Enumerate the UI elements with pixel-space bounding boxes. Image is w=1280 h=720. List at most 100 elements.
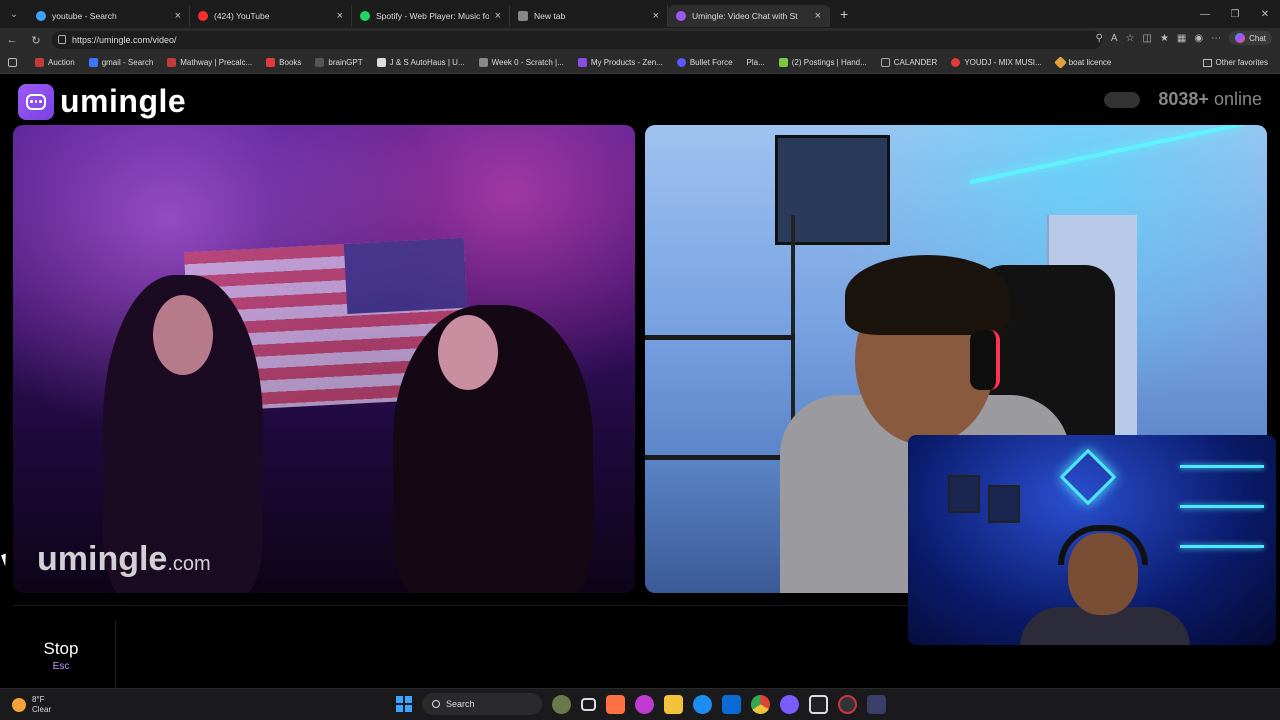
spotify-favicon — [360, 10, 370, 21]
bookmarks-menu-icon[interactable] — [8, 58, 21, 67]
read-aloud-icon[interactable]: A — [1111, 33, 1118, 44]
close-tab-icon[interactable]: × — [495, 10, 501, 22]
tab-spotify[interactable]: Spotify - Web Player: Music for ev × — [352, 4, 510, 27]
tab-umingle[interactable]: Umingle: Video Chat with St × — [668, 4, 830, 27]
lock-icon — [58, 35, 66, 44]
bookmark-books[interactable]: Books — [266, 58, 301, 67]
bookmark-pla[interactable]: Pla... — [747, 58, 765, 67]
headset — [970, 330, 1000, 390]
close-tab-icon[interactable]: × — [653, 10, 659, 22]
bookmark-auction[interactable]: Auction — [35, 58, 75, 67]
address-bar-row: ← ↻ https://umingle.com/video/ ⚲ A ☆ ◫ ★… — [0, 28, 1280, 52]
record-app-icon[interactable] — [838, 694, 857, 714]
folder-icon — [1202, 58, 1212, 67]
bookmark-favicon — [577, 58, 587, 67]
widget-app-icon[interactable] — [552, 694, 571, 714]
close-tab-icon[interactable]: × — [337, 10, 343, 22]
start-icon[interactable] — [396, 696, 412, 712]
bookmark-braingpt[interactable]: brainGPT — [315, 58, 363, 67]
copilot-icon — [1235, 33, 1246, 43]
capcut-icon[interactable] — [809, 694, 828, 714]
minimize-icon[interactable]: — — [1190, 0, 1220, 28]
tab-actions-icon[interactable]: ⌄ — [0, 0, 28, 28]
calendar-app-icon[interactable] — [606, 694, 625, 714]
weather-widget[interactable]: 8°F Clear — [12, 695, 51, 715]
taskbar-apps: Search — [396, 693, 886, 715]
pinwheel-app-icon[interactable] — [635, 694, 654, 714]
mouse-cursor-icon — [1, 553, 10, 567]
reload-icon[interactable]: ↻ — [24, 28, 48, 52]
person-hair — [845, 255, 1010, 335]
close-tab-icon[interactable]: × — [175, 10, 181, 22]
bookmark-postings[interactable]: (2) Postings | Hand... — [778, 58, 867, 67]
collections-icon[interactable]: ★ — [1160, 33, 1169, 44]
outlook-icon[interactable] — [722, 694, 741, 714]
back-icon[interactable]: ← — [0, 28, 24, 52]
online-counter: 8038+ online — [1104, 89, 1262, 110]
windows-taskbar: 8°F Clear Search — [0, 688, 1280, 720]
divider — [13, 605, 908, 606]
chrome-icon[interactable] — [751, 694, 770, 714]
youtube-favicon — [198, 10, 208, 21]
stop-button[interactable]: Stop Esc — [20, 630, 102, 680]
bookmark-autohaus[interactable]: J & S AutoHaus | U... — [376, 58, 465, 67]
bookmark-favicon — [1053, 56, 1067, 69]
bookmark-gmail-search[interactable]: gmail - Search — [88, 58, 153, 67]
tab-youtube-search[interactable]: youtube - Search × — [28, 4, 190, 27]
edge-browser-icon[interactable] — [693, 694, 712, 714]
bookmark-favicon — [35, 58, 44, 67]
bookmark-youdj[interactable]: YOUDJ - MIX MUSI... — [951, 58, 1042, 67]
site-logo[interactable]: umingle — [18, 83, 186, 120]
new-tab-favicon — [518, 10, 528, 21]
copilot-chat-button[interactable]: Chat — [1229, 31, 1272, 45]
bookmark-favicon — [951, 58, 961, 67]
favorite-star-icon[interactable]: ☆ — [1126, 33, 1135, 44]
bookmarks-bar: Auction gmail - Search Mathway | Precalc… — [0, 52, 1280, 74]
chat-bubble-icon — [18, 83, 54, 120]
bookmark-boat-licence[interactable]: boat licence — [1053, 56, 1111, 69]
profile-avatar-icon[interactable]: ◉ — [1194, 33, 1203, 44]
neon-shelf — [1180, 545, 1264, 548]
bookmark-favicon — [167, 58, 177, 67]
weather-icon — [12, 698, 26, 712]
extensions-icon[interactable]: ▦ — [1177, 33, 1186, 44]
chat-message-area[interactable] — [115, 620, 905, 688]
streamer-headset — [1058, 525, 1148, 565]
shelf — [645, 215, 795, 593]
tab-strip: ⌄ youtube - Search × (424) YouTube × Spo… — [0, 0, 1280, 28]
tab-youtube[interactable]: (424) YouTube × — [190, 4, 352, 27]
taskbar-search[interactable]: Search — [422, 693, 542, 715]
other-favorites[interactable]: Other favorites — [1202, 58, 1268, 67]
zoom-icon[interactable]: ⚲ — [1096, 33, 1103, 44]
bookmark-scratch[interactable]: Week 0 - Scratch |... — [478, 58, 564, 67]
bookmark-mathway[interactable]: Mathway | Precalc... — [167, 58, 252, 67]
theme-toggle[interactable] — [1104, 91, 1141, 108]
toolbar-icons: ⚲ A ☆ ◫ ★ ▦ ◉ ⋯ Chat — [1096, 31, 1272, 45]
discord-icon[interactable] — [780, 694, 799, 714]
window-controls: — ❐ ✕ — [1190, 0, 1280, 28]
new-tab-button[interactable]: + — [830, 6, 858, 22]
steam-icon[interactable] — [867, 694, 886, 714]
split-screen-icon[interactable]: ◫ — [1142, 33, 1151, 44]
restore-icon[interactable]: ❐ — [1220, 0, 1250, 28]
bookmark-favicon — [376, 58, 386, 67]
close-window-icon[interactable]: ✕ — [1250, 0, 1280, 28]
search-icon — [432, 700, 440, 708]
bookmark-calander[interactable]: CALANDER — [880, 58, 937, 67]
bookmark-my-products[interactable]: My Products - Zen... — [577, 58, 663, 67]
webcam-overlay — [908, 435, 1276, 645]
task-view-icon[interactable] — [581, 697, 596, 711]
file-explorer-icon[interactable] — [664, 694, 683, 714]
close-tab-icon[interactable]: × — [815, 10, 821, 22]
stranger-face-left — [153, 295, 213, 375]
bookmark-favicon — [88, 58, 98, 67]
more-menu-icon[interactable]: ⋯ — [1211, 33, 1221, 44]
stranger-face-right — [438, 315, 498, 390]
tab-new-tab[interactable]: New tab × — [510, 4, 668, 27]
bookmark-bullet-force[interactable]: Bullet Force — [676, 58, 733, 67]
bookmark-favicon — [315, 58, 325, 67]
url-field[interactable]: https://umingle.com/video/ — [52, 31, 1102, 49]
neon-shelf — [1180, 505, 1264, 508]
umingle-watermark: umingle.com — [37, 540, 211, 578]
bookmark-favicon — [676, 58, 686, 67]
